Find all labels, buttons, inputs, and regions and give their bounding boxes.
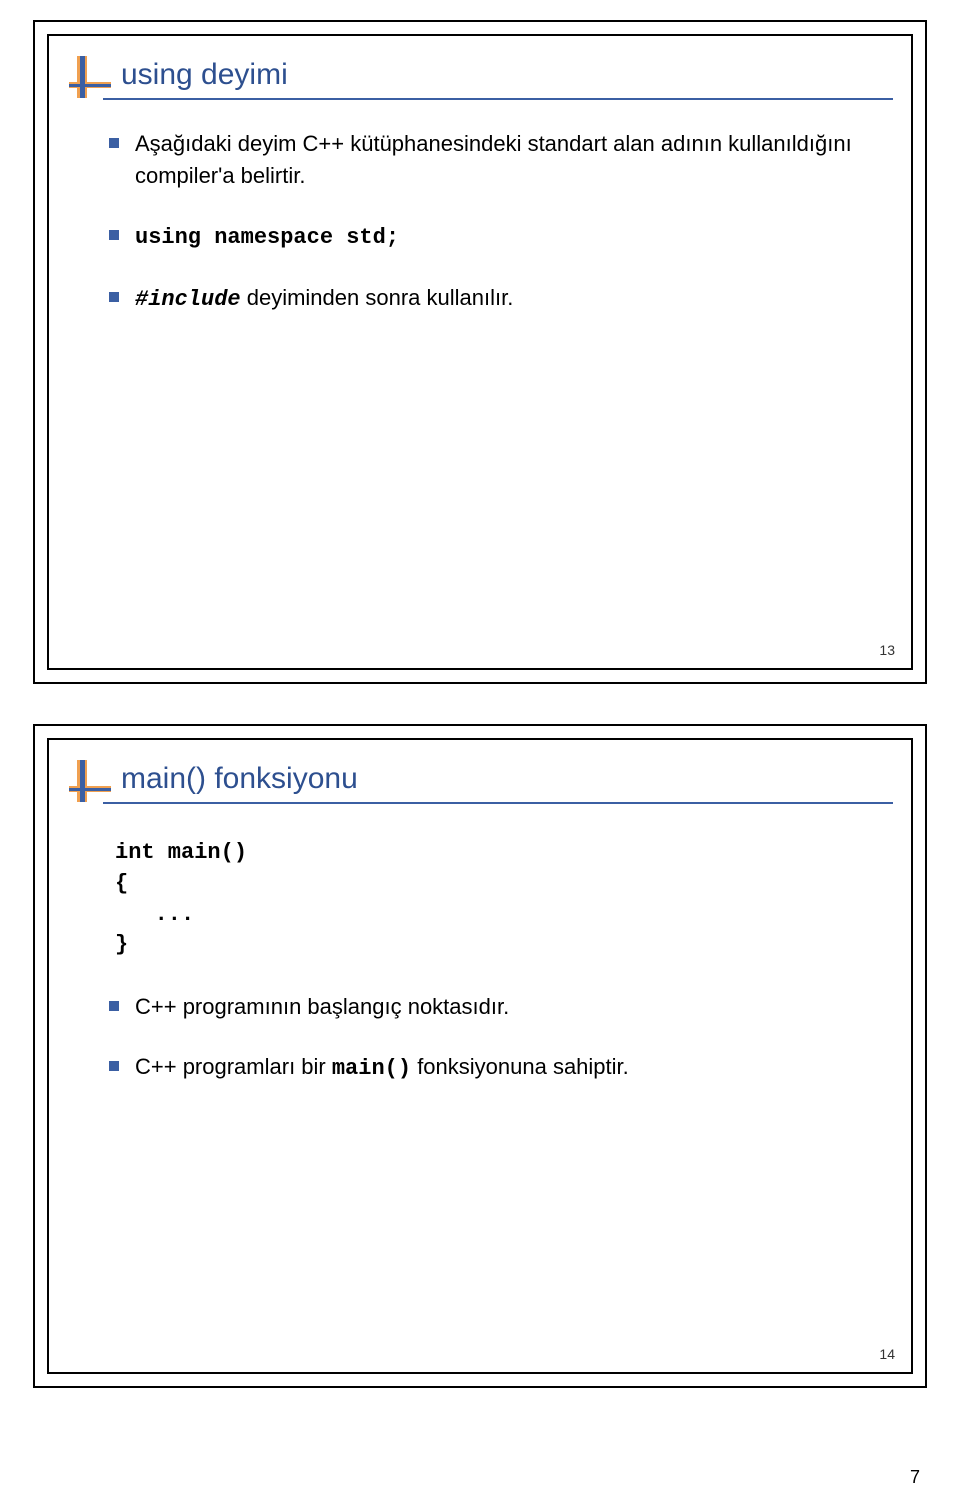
slide-2-content: int main() { ... } C++ programının başla… xyxy=(49,802,911,1133)
code-text: #include xyxy=(135,287,241,312)
slide-2-title: main() fonksiyonu xyxy=(121,762,881,796)
slide-number: 14 xyxy=(879,1346,895,1362)
slide-2-inner: main() fonksiyonu int main() { ... } C++… xyxy=(47,738,913,1374)
title-bullet-icon xyxy=(69,56,111,98)
slide-number: 13 xyxy=(879,642,895,658)
code-block: int main() { ... } xyxy=(115,838,861,961)
title-underline xyxy=(103,802,893,804)
square-bullet-icon xyxy=(109,138,119,148)
slide-1-title-wrap: using deyimi xyxy=(49,36,911,98)
bullet-text: C++ programının başlangıç noktasıdır. xyxy=(135,994,509,1019)
code-text: using namespace std; xyxy=(135,225,399,250)
bullet-text: deyiminden sonra kullanılır. xyxy=(241,285,514,310)
bullet-text-prefix: C++ programları bir xyxy=(135,1054,332,1079)
square-bullet-icon xyxy=(109,292,119,302)
bullet-item: C++ programının başlangıç noktasıdır. xyxy=(109,991,861,1023)
code-text: main() xyxy=(332,1056,411,1081)
title-underline xyxy=(103,98,893,100)
square-bullet-icon xyxy=(109,230,119,240)
bullet-text-suffix: fonksiyonuna sahiptir. xyxy=(411,1054,629,1079)
square-bullet-icon xyxy=(109,1061,119,1071)
bullet-item: #include deyiminden sonra kullanılır. xyxy=(109,282,861,316)
slide-1-title: using deyimi xyxy=(121,58,881,92)
bullet-item: C++ programları bir main() fonksiyonuna … xyxy=(109,1051,861,1085)
square-bullet-icon xyxy=(109,1001,119,1011)
bullet-item: Aşağıdaki deyim C++ kütüphanesindeki sta… xyxy=(109,128,861,192)
bullet-text: Aşağıdaki deyim C++ kütüphanesindeki sta… xyxy=(135,131,852,188)
slide-1-outer: using deyimi Aşağıdaki deyim C++ kütüpha… xyxy=(33,20,927,684)
slide-1-content: Aşağıdaki deyim C++ kütüphanesindeki sta… xyxy=(49,98,911,364)
title-bullet-icon xyxy=(69,760,111,802)
bullet-item: using namespace std; xyxy=(109,220,861,254)
page: using deyimi Aşağıdaki deyim C++ kütüpha… xyxy=(0,20,960,1510)
slide-2-outer: main() fonksiyonu int main() { ... } C++… xyxy=(33,724,927,1388)
page-number: 7 xyxy=(910,1467,920,1488)
slide-2-title-wrap: main() fonksiyonu xyxy=(49,740,911,802)
slide-1-inner: using deyimi Aşağıdaki deyim C++ kütüpha… xyxy=(47,34,913,670)
